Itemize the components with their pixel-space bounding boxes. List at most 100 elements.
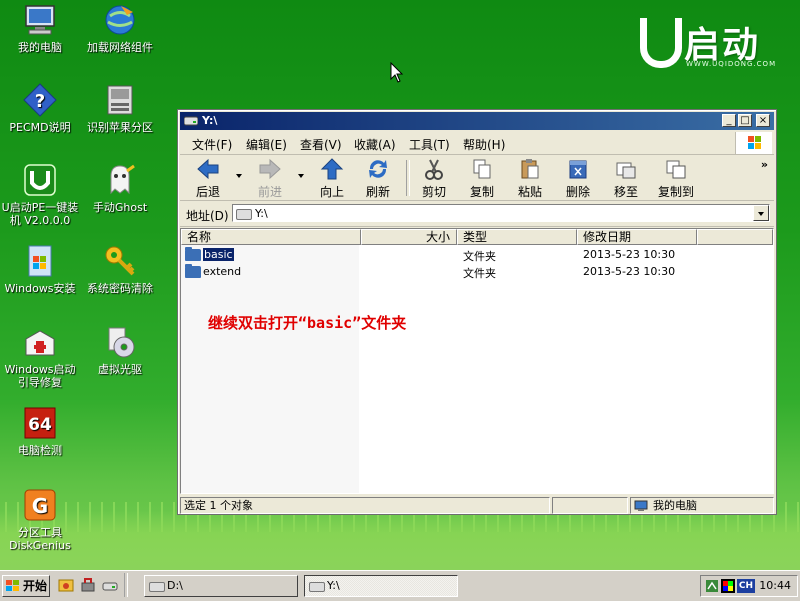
copy-to-button[interactable]: 复制到 bbox=[652, 158, 700, 200]
start-button[interactable]: 开始 bbox=[2, 575, 50, 597]
move-to-icon bbox=[614, 158, 638, 180]
taskbar-task-d-drive[interactable]: D:\ bbox=[144, 575, 298, 597]
logo-u-mark-icon bbox=[640, 18, 682, 68]
back-label: 后退 bbox=[195, 185, 220, 199]
desktop-icon-manual-ghost[interactable]: 手动Ghost bbox=[80, 163, 160, 214]
back-button[interactable]: 后退 bbox=[190, 158, 226, 200]
folder-icon bbox=[185, 247, 201, 261]
column-header-name[interactable]: 名称 bbox=[181, 229, 361, 245]
menu-favorites[interactable]: 收藏(A) bbox=[354, 136, 396, 153]
taskbar-task-y-drive[interactable]: Y:\ bbox=[304, 575, 458, 597]
installer-icon bbox=[23, 163, 57, 197]
column-header-type[interactable]: 类型 bbox=[457, 229, 577, 245]
back-dropdown-arrow-icon[interactable] bbox=[236, 174, 242, 178]
input-method-indicator[interactable]: CH bbox=[737, 579, 755, 593]
up-button[interactable]: 向上 bbox=[314, 158, 350, 200]
desktop-icon-one-key-install[interactable]: U启动PE一键装机 V2.0.0.0 bbox=[0, 163, 80, 227]
forward-arrow-icon bbox=[258, 158, 282, 180]
ghost-icon bbox=[103, 163, 137, 197]
svg-text:?: ? bbox=[35, 91, 45, 112]
clock: 10:44 bbox=[759, 579, 791, 592]
key-icon bbox=[103, 244, 137, 278]
virtual-cd-icon bbox=[103, 325, 137, 359]
minimize-icon: _ bbox=[726, 115, 732, 126]
desktop-icon-label: PECMD说明 bbox=[9, 121, 71, 134]
tray-display-icon[interactable] bbox=[721, 579, 735, 593]
maximize-icon: □ bbox=[740, 115, 750, 126]
address-dropdown-button[interactable] bbox=[753, 205, 769, 221]
menu-file[interactable]: 文件(F) bbox=[192, 136, 232, 153]
grass-decoration bbox=[0, 510, 800, 570]
desktop-icon-pecmd-help[interactable]: ? PECMD说明 bbox=[0, 83, 80, 134]
desktop-icon-label: 分区工具 DiskGenius bbox=[9, 526, 71, 552]
title-bar[interactable]: Y:\ _ □ × bbox=[180, 112, 774, 130]
status-location-label: 我的电脑 bbox=[653, 499, 697, 512]
copy-button[interactable]: 复制 bbox=[464, 158, 500, 200]
table-row[interactable]: extend 文件夹 2013-5-23 10:30 bbox=[185, 264, 765, 280]
desktop-icon-windows-setup[interactable]: Windows安装 bbox=[0, 244, 80, 295]
paste-button[interactable]: 粘贴 bbox=[512, 158, 548, 200]
desktop-icon-apple-partition[interactable]: 识别苹果分区 bbox=[80, 83, 160, 134]
copy-to-label: 复制到 bbox=[657, 185, 694, 199]
drive-icon bbox=[149, 582, 165, 592]
move-to-button[interactable]: 移至 bbox=[608, 158, 644, 200]
my-computer-icon bbox=[23, 3, 57, 37]
minimize-button[interactable]: _ bbox=[722, 114, 736, 127]
diskgenius-icon: G bbox=[23, 488, 57, 522]
disk-icon bbox=[103, 83, 137, 117]
refresh-button[interactable]: 刷新 bbox=[360, 158, 396, 200]
file-list[interactable]: 名称 大小 类型 修改日期 basic 文件夹 2013-5-23 10:30 … bbox=[180, 228, 774, 494]
explorer-window[interactable]: Y:\ _ □ × 文件(F) 编辑(E) 查看(V) 收藏(A) 工具(T) … bbox=[177, 109, 777, 515]
cut-button[interactable]: 剪切 bbox=[416, 158, 452, 200]
drive-icon bbox=[236, 209, 252, 220]
refresh-label: 刷新 bbox=[365, 185, 390, 199]
file-type: 文件夹 bbox=[463, 267, 496, 280]
desktop-icon-virtual-cd[interactable]: 虚拟光驱 bbox=[80, 325, 160, 376]
address-input[interactable]: Y:\ bbox=[232, 204, 770, 222]
taskbar: 开始 D:\ Y:\ CH 10:44 bbox=[0, 570, 800, 601]
logo-url: WWW.UQIDONG.COM bbox=[686, 60, 777, 68]
drive-icon bbox=[184, 116, 198, 126]
column-header-modified[interactable]: 修改日期 bbox=[577, 229, 697, 245]
desktop-icon-label: 手动Ghost bbox=[92, 201, 148, 214]
menu-help[interactable]: 帮助(H) bbox=[463, 136, 505, 153]
desktop-icon-network-loader[interactable]: 加载网络组件 bbox=[80, 3, 160, 54]
help-icon: ? bbox=[23, 83, 57, 117]
column-header-size[interactable]: 大小 bbox=[361, 229, 457, 245]
sorted-column-shade bbox=[181, 245, 359, 493]
menu-tools[interactable]: 工具(T) bbox=[409, 136, 450, 153]
window-title: Y:\ bbox=[202, 114, 218, 127]
forward-dropdown-arrow-icon[interactable] bbox=[298, 174, 304, 178]
desktop-icon-boot-repair[interactable]: Windows启动引导修复 bbox=[0, 325, 80, 389]
quick-launch-drive-icon[interactable] bbox=[102, 577, 118, 593]
desktop-icon-my-computer[interactable]: 我的电脑 bbox=[0, 3, 80, 54]
table-row[interactable]: basic 文件夹 2013-5-23 10:30 bbox=[185, 247, 765, 263]
tray-network-icon[interactable] bbox=[705, 579, 719, 593]
status-bar: 选定 1 个对象 我的电脑 bbox=[180, 496, 774, 514]
menu-edit[interactable]: 编辑(E) bbox=[246, 136, 287, 153]
paste-label: 粘贴 bbox=[517, 185, 542, 199]
desktop-icon-label: 系统密码清除 bbox=[87, 282, 153, 295]
forward-button[interactable]: 前进 bbox=[252, 158, 288, 200]
desktop-icon-label: U启动PE一键装机 V2.0.0.0 bbox=[1, 201, 79, 227]
toolbar-overflow-chevron-icon[interactable]: » bbox=[761, 158, 768, 171]
svg-text:G: G bbox=[32, 494, 48, 518]
desktop-icon-password-clear[interactable]: 系统密码清除 bbox=[80, 244, 160, 295]
mouse-cursor-icon bbox=[390, 62, 404, 83]
desktop-icon-label: 虚拟光驱 bbox=[98, 363, 142, 376]
maximize-button[interactable]: □ bbox=[738, 114, 752, 127]
network-loader-icon bbox=[103, 3, 137, 37]
quick-launch-tools-icon[interactable] bbox=[80, 577, 96, 593]
status-selection: 选定 1 个对象 bbox=[180, 497, 550, 514]
desktop-icon-diskgenius[interactable]: G 分区工具 DiskGenius bbox=[0, 488, 80, 552]
file-date: 2013-5-23 10:30 bbox=[583, 248, 676, 261]
desktop-icon-label: 我的电脑 bbox=[18, 41, 62, 54]
menu-view[interactable]: 查看(V) bbox=[300, 136, 342, 153]
quick-launch-explorer-icon[interactable] bbox=[58, 577, 74, 593]
desktop-icon-pc-diagnostics[interactable]: 64 电脑检测 bbox=[0, 406, 80, 457]
delete-button[interactable]: 删除 bbox=[560, 158, 596, 200]
file-name: basic bbox=[203, 248, 234, 261]
close-button[interactable]: × bbox=[756, 114, 770, 127]
address-bar: 地址(D) Y:\ bbox=[180, 202, 774, 227]
status-location: 我的电脑 bbox=[630, 497, 774, 514]
